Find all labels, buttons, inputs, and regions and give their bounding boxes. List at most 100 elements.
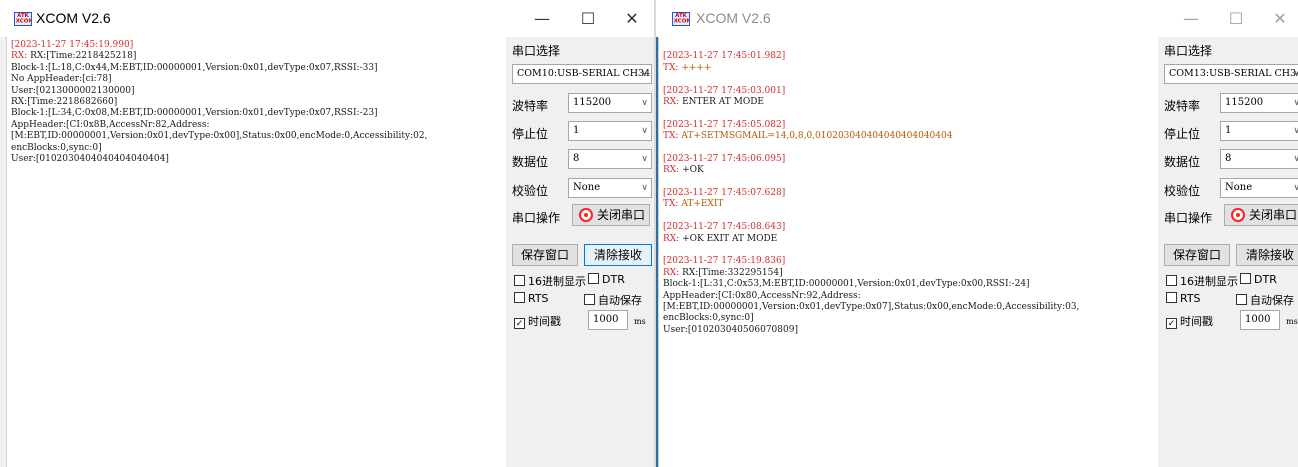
log-line: [2023-11-27 17:45:03.001] <box>663 85 786 96</box>
interval-unit: ms <box>634 317 646 326</box>
maximize-button[interactable]: ☐ <box>568 4 608 34</box>
log-spacer <box>663 177 1158 188</box>
chevron-down-icon: ∨ <box>1293 179 1298 197</box>
port-select[interactable]: COM10:USB-SERIAL CH34 ∨ <box>512 64 652 84</box>
check-icon: ✓ <box>514 318 525 329</box>
log-line: User:[010203040506070809] <box>663 324 798 335</box>
data-bits-label: 数据位 <box>512 155 549 169</box>
timestamp-checkbox[interactable]: ✓ 时间戳 <box>514 313 561 329</box>
data-bits-select[interactable]: 8∨ <box>568 149 652 169</box>
auto-save-checkbox[interactable]: 自动保存 <box>584 292 642 308</box>
log-spacer <box>663 245 1158 256</box>
maximize-button[interactable]: ☐ <box>1216 4 1256 34</box>
hex-display-checkbox[interactable]: 16进制显示 <box>1166 273 1238 289</box>
xcom-logo-icon: ATK XCOM <box>14 12 32 26</box>
log-line: [2023-11-27 17:45:19.836] <box>663 256 786 267</box>
log-line: RX: RX:[Time:332295154] <box>663 267 783 278</box>
parity-select[interactable]: None∨ <box>1220 178 1298 198</box>
chevron-down-icon: ∨ <box>1293 150 1298 168</box>
xcom-window-right: ATK XCOM XCOM V2.6 — ☐ ✕ [2023-11-27 17:… <box>656 0 1298 467</box>
chevron-down-icon: ∨ <box>641 98 648 108</box>
log-line: [M:EBT,ID:00000001,Version:0x01,devType:… <box>663 301 1080 312</box>
baud-select[interactable]: 115200∨ <box>1220 93 1298 113</box>
hex-display-checkbox[interactable]: 16进制显示 <box>514 273 586 289</box>
baud-label: 波特率 <box>512 99 549 113</box>
rts-checkbox[interactable]: RTS <box>1166 292 1201 305</box>
stop-bits-label: 停止位 <box>1164 127 1201 141</box>
log-spacer <box>663 108 1158 119</box>
log-line: TX: ++++ <box>663 62 712 73</box>
settings-panel: 串口选择 COM10:USB-SERIAL CH34 ∨ 波特率 115200 ∨ … <box>508 37 654 467</box>
clear-receive-button[interactable]: 清除接收 <box>1236 244 1298 266</box>
log-line: TX: AT+EXIT <box>663 199 724 210</box>
title-bar[interactable]: ATK XCOM XCOM V2.6 — ☐ ✕ <box>656 0 1298 37</box>
parity-label: 校验位 <box>512 184 549 198</box>
stop-bits-select[interactable]: 1∨ <box>1220 121 1298 141</box>
port-operation-label: 串口操作 <box>1164 211 1213 225</box>
record-icon <box>1231 208 1245 222</box>
log-line: RX:[Time:2218682660] <box>11 96 118 107</box>
close-port-button[interactable]: 关闭串口 <box>572 204 650 226</box>
xcom-logo-icon: ATK XCOM <box>672 12 690 26</box>
minimize-button[interactable]: — <box>522 4 562 34</box>
title-bar[interactable]: ATK XCOM XCOM V2.6 — ☐ ✕ <box>0 0 654 37</box>
dtr-checkbox[interactable]: DTR <box>1240 273 1277 286</box>
log-line: encBlocks:0,sync:0] <box>11 142 102 153</box>
clear-receive-button[interactable]: 清除接收 <box>584 244 652 266</box>
log-line: Block-1:[L:31,C:0x53,M:EBT,ID:00000001,V… <box>663 279 1030 290</box>
window-title: XCOM V2.6 <box>36 10 111 26</box>
log-line: [2023-11-27 17:45:06.095] <box>663 153 786 164</box>
log-line: RX: +OK EXIT AT MODE <box>663 233 778 244</box>
interval-unit: ms <box>1286 317 1298 326</box>
receive-log[interactable]: [2023-11-27 17:45:01.982] TX: ++++ [2023-1… <box>658 37 1158 467</box>
port-operation-label: 串口操作 <box>512 211 561 225</box>
log-line: [2023-11-27 17:45:19.990] <box>11 40 134 50</box>
timestamp-checkbox[interactable]: ✓ 时间戳 <box>1166 313 1213 329</box>
data-bits-label: 数据位 <box>1164 155 1201 169</box>
log-line: RX: ENTER AT MODE <box>663 96 764 107</box>
log-line: [2023-11-27 17:45:01.982] <box>663 51 786 62</box>
log-line: [2023-11-27 17:45:05.082] <box>663 119 786 130</box>
minimize-button[interactable]: — <box>1171 4 1211 34</box>
baud-label: 波特率 <box>1164 99 1201 113</box>
log-line: No AppHeader:[ci:78] <box>11 74 112 85</box>
log-line: encBlocks:0,sync:0] <box>663 313 754 324</box>
close-button[interactable]: ✕ <box>1260 4 1298 34</box>
chevron-down-icon: ∨ <box>641 69 648 79</box>
receive-log[interactable]: [2023-11-27 17:45:19.990] RX: RX:[Time:22… <box>6 37 506 467</box>
log-line: User:[0102030404040404040404] <box>11 153 169 164</box>
log-line: Block-1:[L:18,C:0x44,M:EBT,ID:00000001,V… <box>11 62 378 73</box>
check-icon: ✓ <box>1166 318 1177 329</box>
timestamp-interval-input[interactable]: 1000 <box>1240 310 1280 330</box>
save-window-button[interactable]: 保存窗口 <box>1164 244 1230 266</box>
close-port-button[interactable]: 关闭串口 <box>1224 204 1298 226</box>
chevron-down-icon: ∨ <box>641 154 648 164</box>
auto-save-checkbox[interactable]: 自动保存 <box>1236 292 1294 308</box>
log-line: AppHeader:[CI:0x80,AccessNr:92,Address: <box>663 290 861 301</box>
log-line: Block-1:[L:34,C:0x08,M:EBT,ID:00000001,V… <box>11 108 378 119</box>
log-line: [2023-11-27 17:45:08.643] <box>663 222 786 233</box>
settings-panel: 串口选择 COM13:USB-SERIAL CH34∨ 波特率 115200∨ … <box>1160 37 1298 467</box>
log-line: AppHeader:[CI:0x8B,AccessNr:82,Address: <box>11 119 210 130</box>
log-line: [2023-11-27 17:45:07.628] <box>663 188 786 199</box>
chevron-down-icon: ∨ <box>1293 122 1298 140</box>
save-window-button[interactable]: 保存窗口 <box>512 244 578 266</box>
close-button[interactable]: ✕ <box>612 4 652 34</box>
baud-select[interactable]: 115200∨ <box>568 93 652 113</box>
window-title: XCOM V2.6 <box>696 10 771 26</box>
log-spacer <box>663 143 1158 154</box>
stop-bits-select[interactable]: 1∨ <box>568 121 652 141</box>
timestamp-interval-input[interactable]: 1000 <box>588 310 628 330</box>
log-line: User:[0213000002130000] <box>11 85 135 96</box>
chevron-down-icon: ∨ <box>1293 94 1298 112</box>
port-select[interactable]: COM13:USB-SERIAL CH34∨ <box>1164 64 1298 84</box>
log-spacer <box>663 40 1158 51</box>
rts-checkbox[interactable]: RTS <box>514 292 549 305</box>
port-select-label: 串口选择 <box>512 44 561 58</box>
xcom-window-left: ATK XCOM XCOM V2.6 — ☐ ✕ [2023-11-27 17:… <box>0 0 654 467</box>
log-spacer <box>663 74 1158 85</box>
dtr-checkbox[interactable]: DTR <box>588 273 625 286</box>
parity-select[interactable]: None∨ <box>568 178 652 198</box>
record-icon <box>579 208 593 222</box>
data-bits-select[interactable]: 8∨ <box>1220 149 1298 169</box>
